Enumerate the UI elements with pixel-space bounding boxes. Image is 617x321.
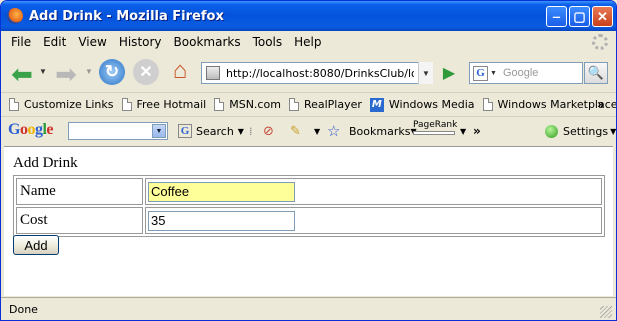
popup-blocker-icon[interactable]: ⊘ <box>263 122 274 140</box>
page-favicon-icon <box>206 66 220 80</box>
pagerank-bar <box>413 131 455 135</box>
address-url[interactable]: http://localhost:8080/DrinksClub/login?! <box>226 67 414 80</box>
back-button[interactable]: ⬅ <box>9 61 35 87</box>
page-title: Add Drink <box>13 155 78 171</box>
google-bookmarks-label: Bookmarks <box>349 124 411 138</box>
forward-history-dropdown-icon[interactable]: ▼ <box>85 67 93 76</box>
autofill-icon[interactable]: ✎ <box>290 122 301 140</box>
address-dropdown-icon[interactable]: ▼ <box>418 62 433 84</box>
search-input[interactable]: Google <box>503 67 538 79</box>
close-button[interactable]: ✕ <box>592 6 613 27</box>
table-row: Cost 35 <box>16 207 602 234</box>
add-drink-form-table: Name Coffee Cost 35 <box>13 175 605 237</box>
menu-bar: File Edit View History Bookmarks Tools H… <box>1 31 616 53</box>
bookmark-label: Customize Links <box>24 98 114 111</box>
status-dot-icon <box>545 124 558 138</box>
bookmark-label: RealPlayer <box>303 98 362 111</box>
table-row: Name Coffee <box>16 178 602 205</box>
cost-label: Cost <box>16 207 143 234</box>
menu-bookmarks[interactable]: Bookmarks <box>168 35 247 49</box>
menu-edit[interactable]: Edit <box>37 35 72 49</box>
google-search-label: Search <box>196 124 234 138</box>
name-cell: Coffee <box>145 178 602 205</box>
google-bookmarks-button[interactable]: Bookmarks ▼ <box>349 122 417 140</box>
search-box[interactable]: G ▼ Google <box>469 62 583 84</box>
menu-file[interactable]: File <box>5 35 37 49</box>
bookmarks-overflow-button[interactable]: » <box>597 97 604 111</box>
pagerank-indicator: PageRank <box>413 120 457 142</box>
bookmark-label: Windows Media <box>388 98 475 111</box>
forward-button[interactable]: ➡ <box>53 59 79 89</box>
chevron-down-icon: ▼ <box>610 126 617 136</box>
page-content: Add Drink Name Coffee Cost 35 Add <box>4 146 613 296</box>
resize-grip-icon[interactable] <box>600 306 612 318</box>
page-icon <box>288 98 299 111</box>
chevron-down-icon[interactable]: ▼ <box>314 122 320 140</box>
bookmark-customize-links[interactable]: Customize Links <box>9 98 114 111</box>
page-icon <box>9 98 19 111</box>
window-title: Add Drink - Mozilla Firefox <box>29 8 224 24</box>
bookmarks-toolbar: Customize Links Free Hotmail MSN.com Rea… <box>1 92 616 116</box>
go-button[interactable]: ▶ <box>439 62 459 84</box>
name-input[interactable]: Coffee <box>148 181 295 202</box>
menu-view[interactable]: View <box>72 35 112 49</box>
status-text: Done <box>9 303 38 316</box>
bookmark-free-hotmail[interactable]: Free Hotmail <box>121 98 207 111</box>
cost-cell: 35 <box>145 207 602 234</box>
minimize-button[interactable]: ‒ <box>546 6 567 27</box>
chevron-down-icon: ▼ <box>237 126 244 136</box>
google-search-input[interactable]: ▼ <box>68 122 168 140</box>
add-button[interactable]: Add <box>13 235 59 255</box>
google-logo[interactable]: Google <box>8 121 53 139</box>
menu-tools[interactable]: Tools <box>247 35 289 49</box>
back-history-dropdown-icon[interactable]: ▼ <box>39 67 47 76</box>
menu-history[interactable]: History <box>113 35 168 49</box>
bookmark-label: Free Hotmail <box>136 98 207 111</box>
page-icon <box>121 98 132 111</box>
name-label: Name <box>16 178 143 205</box>
bookmark-msn[interactable]: MSN.com <box>214 98 281 111</box>
page-icon <box>214 98 225 111</box>
windows-media-icon: M <box>369 97 384 112</box>
bookmark-realplayer[interactable]: RealPlayer <box>288 98 362 111</box>
status-bar: Done <box>1 297 616 320</box>
bookmark-label: MSN.com <box>229 98 281 111</box>
google-search-dropdown-icon[interactable]: ▼ <box>152 124 166 138</box>
google-search-button[interactable]: G Search ▼ <box>178 122 244 140</box>
chevron-down-icon[interactable]: ▼ <box>460 122 466 140</box>
page-icon <box>482 98 493 111</box>
address-bar[interactable]: http://localhost:8080/DrinksClub/login?! <box>201 62 433 84</box>
maximize-button[interactable]: ▢ <box>569 6 590 27</box>
bookmark-windows-media[interactable]: M Windows Media <box>369 97 475 112</box>
google-settings-label: Settings <box>563 124 609 138</box>
reload-button[interactable]: ↻ <box>99 59 125 85</box>
google-g-icon: G <box>178 124 192 138</box>
throbber-icon <box>592 34 608 50</box>
google-toolbar-overflow-button[interactable]: » <box>473 122 481 140</box>
browser-window: Add Drink - Mozilla Firefox ‒ ▢ ✕ File E… <box>0 0 617 321</box>
firefox-icon <box>7 8 23 24</box>
menu-help[interactable]: Help <box>288 35 327 49</box>
pagerank-label: PageRank <box>413 120 458 130</box>
navigation-toolbar: ⬅ ▼ ➡ ▼ ↻ ✕ ⌂ http://localhost:8080/Drin… <box>1 53 616 91</box>
google-settings-button[interactable]: Settings ▼ <box>545 122 616 140</box>
search-engine-icon[interactable]: G <box>473 65 488 81</box>
stop-button[interactable]: ✕ <box>133 59 159 85</box>
star-icon[interactable]: ☆ <box>327 122 340 140</box>
title-bar[interactable]: Add Drink - Mozilla Firefox ‒ ▢ ✕ <box>1 1 616 31</box>
cost-input[interactable]: 35 <box>148 210 295 231</box>
home-button[interactable]: ⌂ <box>167 57 193 85</box>
search-engine-dropdown-icon[interactable]: ▼ <box>490 70 497 77</box>
toolbar-grip-icon: ⁞ <box>249 124 253 138</box>
search-button[interactable]: 🔍 <box>584 62 608 84</box>
